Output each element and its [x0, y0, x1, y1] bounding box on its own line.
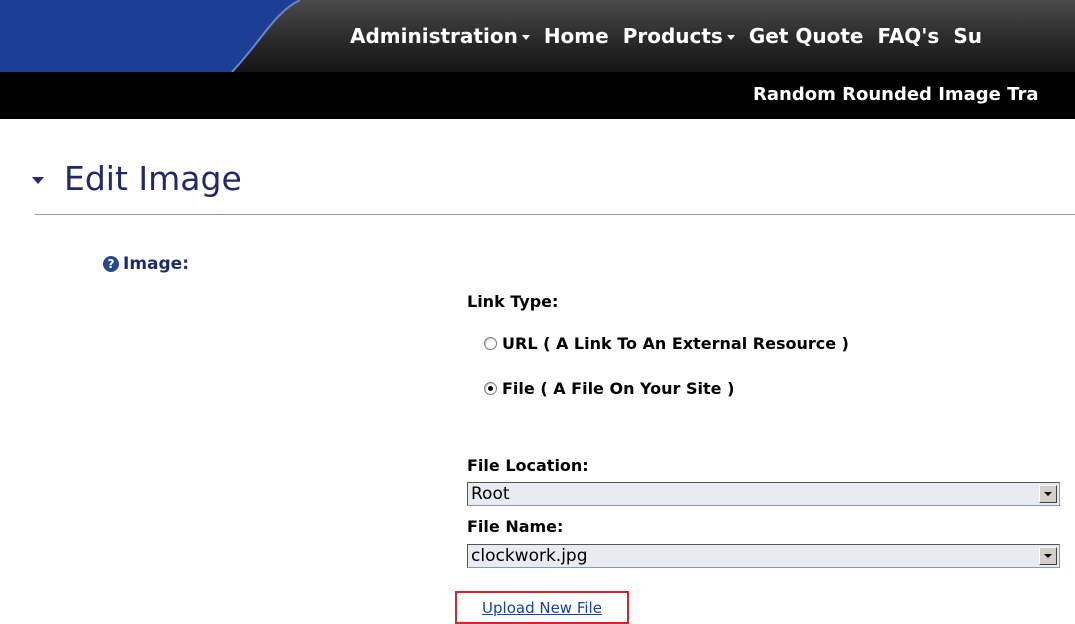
section-header[interactable]: Edit Image — [32, 156, 242, 200]
menu-faqs-label: FAQ's — [877, 24, 940, 48]
upload-new-file-link[interactable]: Upload New File — [482, 599, 602, 617]
caret-down-icon — [521, 34, 530, 40]
radio-file-label: File ( A File On Your Site ) — [502, 379, 735, 398]
file-name-label: File Name: — [467, 517, 564, 536]
menu-support[interactable]: Su — [953, 24, 982, 48]
link-type-label: Link Type: — [467, 292, 559, 311]
radio-url-label: URL ( A Link To An External Resource ) — [502, 334, 849, 353]
page-title: Edit Image — [64, 158, 242, 198]
top-navigation-bar: Administration Home Products Get Quote F… — [0, 0, 1075, 72]
menu-get-quote-label: Get Quote — [748, 24, 864, 48]
radio-file[interactable] — [484, 382, 497, 395]
radio-url[interactable] — [484, 337, 497, 350]
help-icon[interactable]: ? — [103, 256, 119, 272]
radio-url-option[interactable]: URL ( A Link To An External Resource ) — [484, 334, 849, 353]
menu-get-quote[interactable]: Get Quote — [749, 24, 864, 48]
upload-highlight-box: Upload New File — [455, 591, 629, 624]
menu-support-label: Su — [953, 24, 982, 48]
breadcrumb: Random Rounded Image Tra — [753, 84, 1039, 105]
file-name-value: clockwork.jpg — [471, 546, 588, 566]
radio-file-option[interactable]: File ( A File On Your Site ) — [484, 379, 734, 398]
menu-products-label: Products — [622, 24, 723, 48]
dropdown-arrow-icon[interactable] — [1039, 485, 1057, 503]
image-field-label: ? Image: — [103, 254, 189, 274]
menu-administration-label: Administration — [350, 24, 518, 48]
menu-home[interactable]: Home — [544, 24, 609, 48]
menu-faqs[interactable]: FAQ's — [877, 24, 939, 48]
menu-administration[interactable]: Administration — [350, 24, 530, 48]
file-location-select[interactable]: Root — [467, 482, 1060, 506]
caret-down-icon — [726, 34, 735, 40]
dropdown-arrow-icon[interactable] — [1039, 547, 1057, 565]
file-location-value: Root — [471, 484, 510, 504]
file-name-select[interactable]: clockwork.jpg — [467, 544, 1060, 568]
menu-home-label: Home — [543, 24, 609, 48]
collapse-caret-icon[interactable] — [32, 176, 44, 184]
menu-products[interactable]: Products — [623, 24, 735, 48]
breadcrumb-bar: Random Rounded Image Tra — [0, 72, 1075, 119]
file-location-label: File Location: — [467, 456, 589, 475]
image-label-text: Image: — [123, 254, 190, 274]
section-divider — [35, 214, 1075, 215]
main-menu: Administration Home Products Get Quote F… — [350, 0, 1075, 72]
